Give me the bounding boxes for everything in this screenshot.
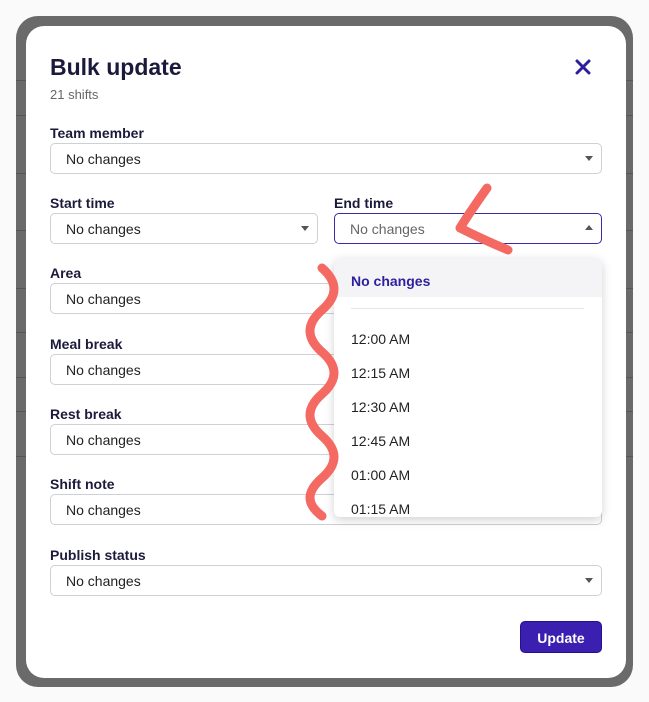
dropdown-selected-label: No changes [351, 273, 431, 289]
area-label: Area [50, 265, 82, 281]
start-time-select[interactable]: No changes [50, 213, 318, 244]
start-time-label: Start time [50, 195, 115, 211]
publish-status-value: No changes [66, 573, 141, 589]
shift-note-label: Shift note [50, 476, 115, 492]
start-time-value: No changes [66, 221, 141, 237]
bulk-update-dialog: Bulk update 21 shifts Team member No cha… [26, 26, 626, 678]
chevron-down-icon [585, 578, 593, 583]
update-button[interactable]: Update [520, 621, 602, 653]
dropdown-option[interactable]: 12:15 AM [351, 365, 410, 381]
end-time-value: No changes [350, 221, 425, 237]
chevron-up-icon [585, 225, 593, 230]
rest-break-label: Rest break [50, 406, 122, 422]
close-icon[interactable] [571, 55, 595, 79]
dropdown-option[interactable]: 12:00 AM [351, 331, 410, 347]
dialog-title: Bulk update [50, 54, 182, 80]
dropdown-option-no-changes[interactable]: No changes [334, 258, 602, 297]
chevron-down-icon [301, 226, 309, 231]
shift-note-value: No changes [66, 502, 141, 518]
area-value: No changes [66, 291, 141, 307]
dropdown-divider [351, 308, 584, 309]
dropdown-option[interactable]: 12:45 AM [351, 433, 410, 449]
publish-status-select[interactable]: No changes [50, 565, 602, 596]
app-frame: Bulk update 21 shifts Team member No cha… [0, 0, 649, 702]
chevron-down-icon [585, 156, 593, 161]
dropdown-option[interactable]: 01:15 AM [351, 501, 410, 517]
dropdown-option[interactable]: 01:00 AM [351, 467, 410, 483]
meal-break-value: No changes [66, 362, 141, 378]
team-member-select[interactable]: No changes [50, 143, 602, 174]
team-member-value: No changes [66, 151, 141, 167]
end-time-select[interactable]: No changes [334, 213, 602, 244]
dialog-subtitle: 21 shifts [50, 87, 99, 102]
rest-break-value: No changes [66, 432, 141, 448]
end-time-dropdown-menu: No changes 12:00 AM 12:15 AM 12:30 AM 12… [334, 258, 602, 517]
meal-break-label: Meal break [50, 336, 123, 352]
dropdown-option[interactable]: 12:30 AM [351, 399, 410, 415]
team-member-label: Team member [50, 125, 144, 141]
update-button-label: Update [537, 630, 585, 646]
publish-status-label: Publish status [50, 547, 146, 563]
end-time-label: End time [334, 195, 394, 211]
